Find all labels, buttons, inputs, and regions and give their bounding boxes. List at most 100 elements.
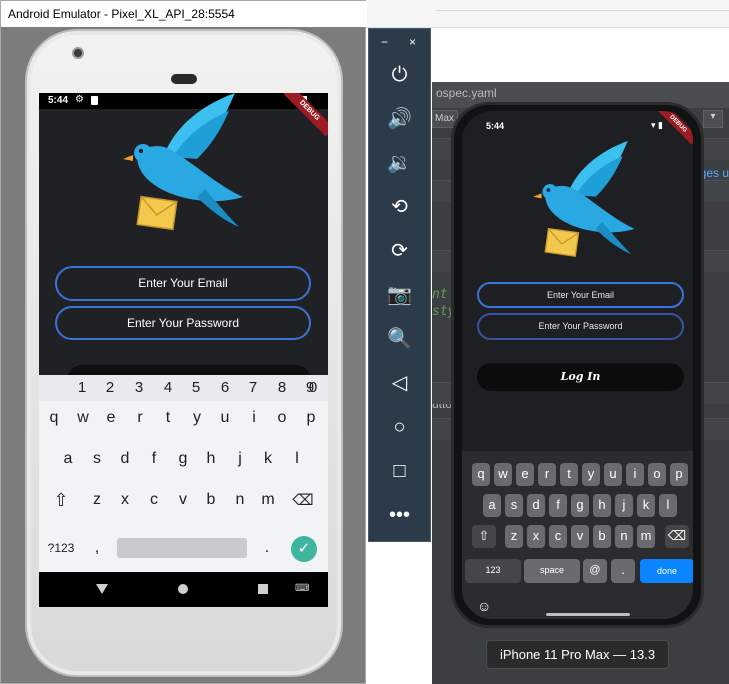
rotate-left-icon[interactable]: ⟲	[369, 187, 430, 227]
key-g[interactable]: g	[169, 450, 197, 468]
key-h[interactable]: h	[197, 450, 225, 468]
key-6[interactable]: 6	[211, 379, 239, 396]
home-indicator[interactable]	[546, 613, 630, 616]
key-y[interactable]: y	[183, 409, 211, 427]
key-l[interactable]: l	[659, 494, 677, 517]
rotate-right-icon[interactable]: ⟳	[369, 231, 430, 271]
key-p[interactable]: p	[670, 463, 688, 486]
done-key[interactable]: done	[640, 559, 693, 583]
key-q[interactable]: q	[40, 409, 68, 427]
overview-icon[interactable]	[258, 584, 268, 594]
key-e[interactable]: e	[97, 409, 125, 427]
password-field[interactable]: Enter Your Password	[55, 306, 311, 340]
symbols-key[interactable]: ?123	[45, 541, 77, 555]
key-d[interactable]: d	[527, 494, 545, 517]
key-2[interactable]: 2	[96, 379, 124, 396]
key-t[interactable]: t	[560, 463, 578, 486]
numbers-key[interactable]: 123	[465, 559, 521, 583]
key-g[interactable]: g	[571, 494, 589, 517]
password-field[interactable]: Enter Your Password	[477, 313, 684, 340]
key-a[interactable]: a	[54, 450, 82, 468]
key-u[interactable]: u	[211, 409, 239, 427]
key-b[interactable]: b	[197, 491, 225, 509]
key-m[interactable]: m	[637, 525, 655, 548]
key-c[interactable]: c	[549, 525, 567, 548]
key-q[interactable]: q	[472, 463, 490, 486]
key-u[interactable]: u	[604, 463, 622, 486]
editor-link-text[interactable]: ges u	[700, 166, 729, 180]
space-key[interactable]	[117, 538, 247, 558]
close-button[interactable]: ×	[409, 35, 416, 49]
minimize-button[interactable]: −	[381, 35, 388, 49]
login-button[interactable]: Log In	[477, 363, 684, 391]
key-z[interactable]: z	[83, 491, 111, 509]
key-r[interactable]: r	[538, 463, 556, 486]
home-icon[interactable]: ○	[369, 407, 430, 447]
key-e[interactable]: e	[516, 463, 534, 486]
key-p[interactable]: p	[297, 409, 325, 427]
key-t[interactable]: t	[154, 409, 182, 427]
key-v[interactable]: v	[571, 525, 589, 548]
dropdown-arrow-icon[interactable]: ▾	[703, 110, 723, 128]
key-1[interactable]: 1	[68, 379, 96, 396]
key-m[interactable]: m	[254, 491, 282, 509]
backspace-icon[interactable]: ⌫	[665, 525, 689, 548]
emoji-icon[interactable]: ☺	[477, 598, 491, 614]
key-3[interactable]: 3	[125, 379, 153, 396]
keyboard-switch-icon[interactable]: ⌨	[295, 583, 309, 594]
key-i[interactable]: i	[626, 463, 644, 486]
key-s[interactable]: s	[505, 494, 523, 517]
zoom-icon[interactable]: 🔍	[369, 319, 430, 359]
key-k[interactable]: k	[254, 450, 282, 468]
power-icon[interactable]: ⏻	[369, 55, 430, 95]
key-n[interactable]: n	[615, 525, 633, 548]
period-key[interactable]: .	[611, 559, 635, 583]
key-k[interactable]: k	[637, 494, 655, 517]
key-o[interactable]: o	[648, 463, 666, 486]
key-a[interactable]: a	[483, 494, 501, 517]
key-x[interactable]: x	[111, 491, 139, 509]
key-4[interactable]: 4	[154, 379, 182, 396]
volume-up-icon[interactable]: 🔊	[369, 99, 430, 139]
shift-icon[interactable]: ⇧	[472, 525, 496, 548]
more-icon[interactable]: •••	[369, 495, 430, 535]
key-f[interactable]: f	[140, 450, 168, 468]
key-z[interactable]: z	[505, 525, 523, 548]
overview-icon[interactable]: □	[369, 451, 430, 491]
key-j[interactable]: j	[615, 494, 633, 517]
backspace-icon[interactable]: ⌫	[289, 491, 317, 509]
key-w[interactable]: w	[69, 409, 97, 427]
key-c[interactable]: c	[140, 491, 168, 509]
email-field[interactable]: Enter Your Email	[477, 282, 684, 308]
email-field[interactable]: Enter Your Email	[55, 266, 311, 301]
period-key[interactable]: .	[253, 539, 281, 557]
key-j[interactable]: j	[226, 450, 254, 468]
shift-icon[interactable]: ⇧	[47, 490, 75, 511]
key-o[interactable]: o	[268, 409, 296, 427]
back-icon[interactable]	[96, 584, 108, 594]
key-s[interactable]: s	[83, 450, 111, 468]
key-i[interactable]: i	[240, 409, 268, 427]
key-0[interactable]: 0	[299, 379, 327, 396]
key-5[interactable]: 5	[182, 379, 210, 396]
space-key[interactable]: space	[524, 559, 580, 583]
back-icon[interactable]: ◁	[369, 363, 430, 403]
at-key[interactable]: @	[583, 559, 607, 583]
done-key[interactable]: ✓	[291, 536, 317, 562]
key-w[interactable]: w	[494, 463, 512, 486]
key-n[interactable]: n	[226, 491, 254, 509]
key-8[interactable]: 8	[268, 379, 296, 396]
volume-down-icon[interactable]: 🔉	[369, 143, 430, 183]
key-x[interactable]: x	[527, 525, 545, 548]
key-d[interactable]: d	[111, 450, 139, 468]
key-7[interactable]: 7	[239, 379, 267, 396]
home-icon[interactable]	[178, 584, 188, 594]
key-y[interactable]: y	[582, 463, 600, 486]
key-b[interactable]: b	[593, 525, 611, 548]
key-v[interactable]: v	[169, 491, 197, 509]
camera-icon[interactable]: 📷	[369, 275, 430, 315]
key-r[interactable]: r	[126, 409, 154, 427]
key-l[interactable]: l	[283, 450, 311, 468]
key-h[interactable]: h	[593, 494, 611, 517]
key-f[interactable]: f	[549, 494, 567, 517]
